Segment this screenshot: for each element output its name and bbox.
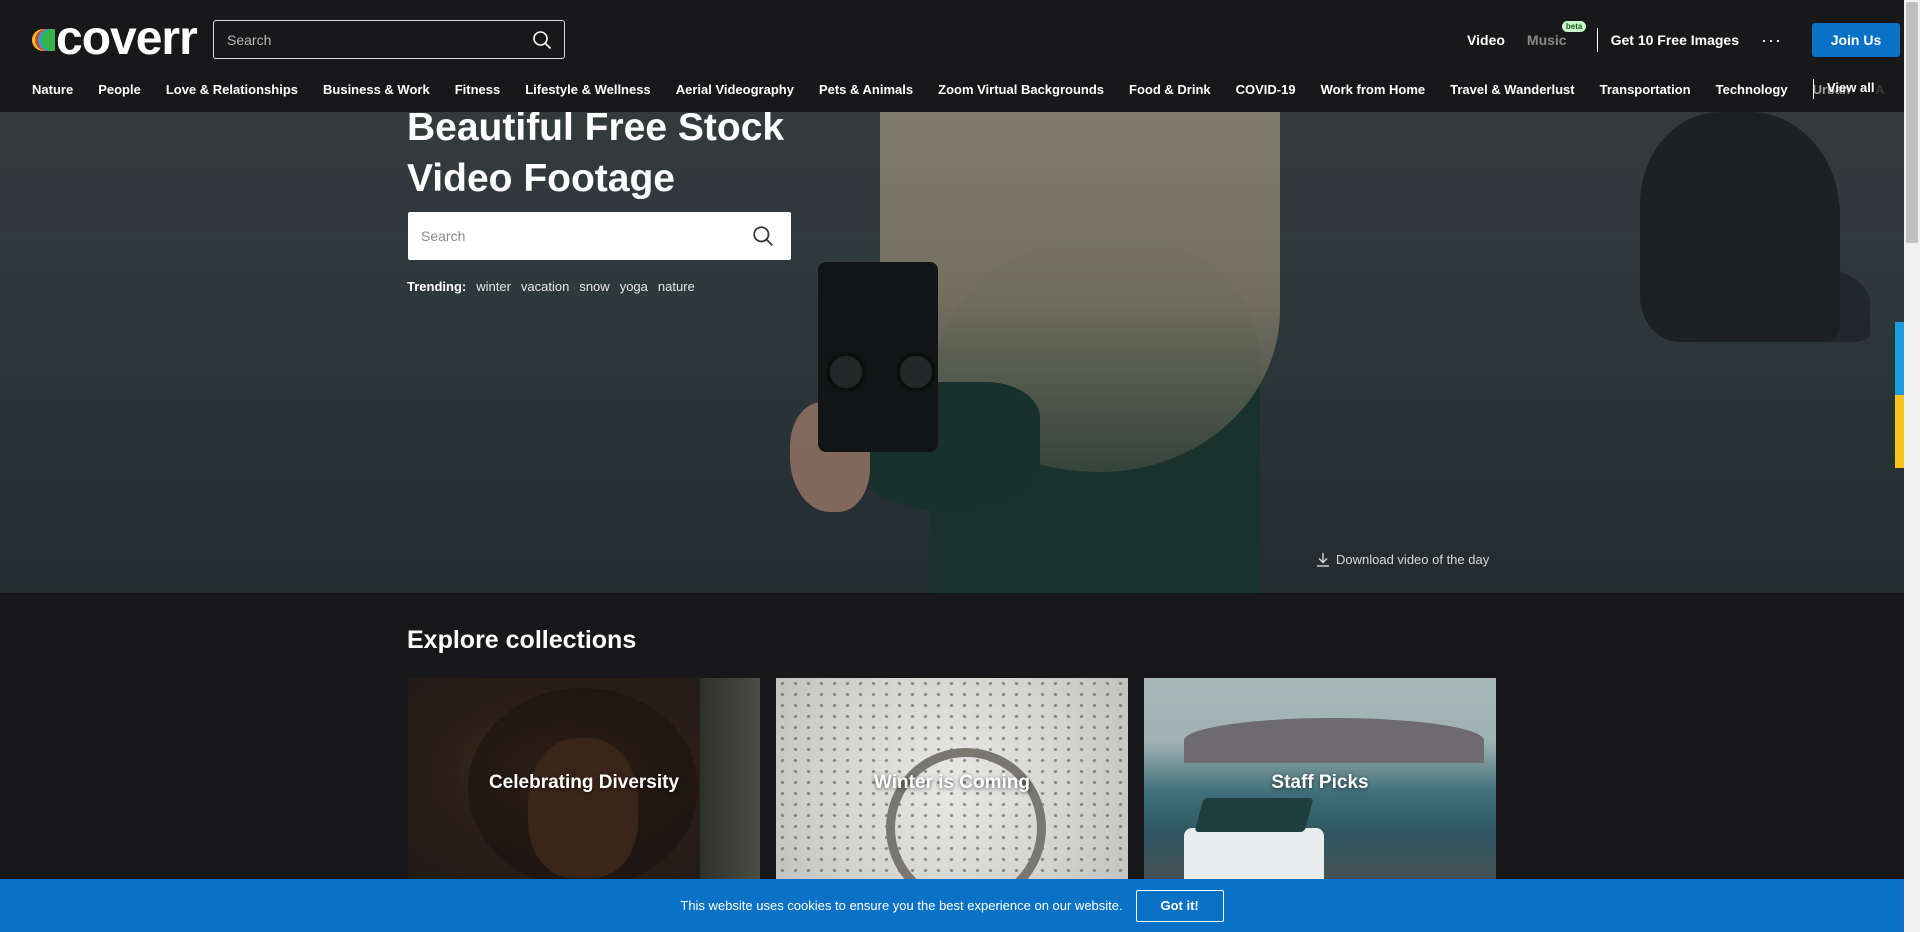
search-icon [533,30,552,49]
category-covid-19[interactable]: COVID-19 [1236,82,1296,97]
header-search-button[interactable] [520,21,564,58]
side-tab-yellow[interactable] [1895,395,1904,468]
search-icon [753,226,773,246]
trending-tag[interactable]: snow [579,279,609,294]
collection-card-celebrating-diversity[interactable]: Celebrating Diversity [408,678,760,888]
category-divider [1813,79,1814,99]
page: coverr Video Music beta Get 10 Free Imag… [0,0,1904,932]
hero-search-button[interactable] [735,213,791,259]
page-scrollbar[interactable] [1904,0,1920,932]
category-work-from-home[interactable]: Work from Home [1321,82,1426,97]
more-dots-icon[interactable]: ··· [1761,31,1782,49]
collection-card-label: Celebrating Diversity [488,772,680,793]
view-all-link[interactable]: View all [1827,80,1874,95]
logo[interactable]: coverr [32,12,198,65]
trending-label: Trending: [407,279,467,294]
nav-music-label: Music [1526,32,1567,48]
nav-divider [1596,28,1598,52]
trending-tag[interactable]: winter [476,279,511,294]
header: coverr Video Music beta Get 10 Free Imag… [0,0,1904,112]
trending: Trending: winter vacation snow yoga natu… [407,279,705,294]
nav-free-images[interactable]: Get 10 Free Images [1611,32,1739,48]
hero-title: Beautiful Free Stock Video Footage [407,112,827,204]
category-love-relationships[interactable]: Love & Relationships [166,82,298,97]
side-tab-blue[interactable] [1895,322,1904,395]
collections-title: Explore collections [407,626,637,654]
hero-title-line1: Beautiful Free Stock [407,112,785,149]
category-travel-wanderlust[interactable]: Travel & Wanderlust [1450,82,1575,97]
category-aerial-videography[interactable]: Aerial Videography [676,82,794,97]
category-people[interactable]: People [98,82,141,97]
trending-tag[interactable]: yoga [620,279,648,294]
category-transportation[interactable]: Transportation [1600,82,1691,97]
header-search-input[interactable] [214,31,520,48]
collection-card-label: Staff Picks [1271,772,1369,793]
hero-search-input[interactable] [408,228,735,244]
collection-card-label: Winter is Coming [873,772,1031,793]
cookie-accept-button[interactable]: Got it! [1135,889,1224,922]
category-nature[interactable]: Nature [32,82,73,97]
category-lifestyle-wellness[interactable]: Lifestyle & Wellness [525,82,650,97]
category-zoom-virtual-backgrounds[interactable]: Zoom Virtual Backgrounds [938,82,1104,97]
join-button[interactable]: Join Us [1812,23,1900,57]
category-fitness[interactable]: Fitness [455,82,501,97]
trending-tag[interactable]: nature [658,279,695,294]
header-search [213,20,565,59]
collection-card-winter-is-coming[interactable]: Winter is Coming [776,678,1128,888]
category-technology[interactable]: Technology [1716,82,1788,97]
collection-card-staff-picks[interactable]: Staff Picks [1144,678,1496,888]
hero-search [408,212,791,260]
download-icon [1317,553,1329,567]
cookie-text: This website uses cookies to ensure you … [680,898,1123,913]
category-food-drink[interactable]: Food & Drink [1129,82,1211,97]
cookie-banner: This website uses cookies to ensure you … [0,879,1904,932]
category-pets-animals[interactable]: Pets & Animals [819,82,913,97]
category-truncated[interactable]: A [1875,82,1884,97]
beta-badge: beta [1561,21,1587,32]
logo-text: coverr [56,12,198,65]
category-business-work[interactable]: Business & Work [323,82,430,97]
top-nav: Video Music beta Get 10 Free Images ··· … [1467,21,1904,57]
trending-tag[interactable]: vacation [521,279,569,294]
nav-video[interactable]: Video [1467,32,1505,48]
download-video-of-the-day[interactable]: Download video of the day [1316,552,1489,567]
download-label: Download video of the day [1336,552,1490,567]
hero-title-line2: Video Footage [407,157,675,200]
scrollbar-thumb[interactable] [1906,2,1918,243]
logo-mark-icon [32,24,55,54]
nav-music[interactable]: Music beta [1526,21,1587,48]
category-bar: Nature People Love & Relationships Busin… [32,79,1885,99]
hero: Beautiful Free Stock Video Footage Trend… [0,112,1904,593]
